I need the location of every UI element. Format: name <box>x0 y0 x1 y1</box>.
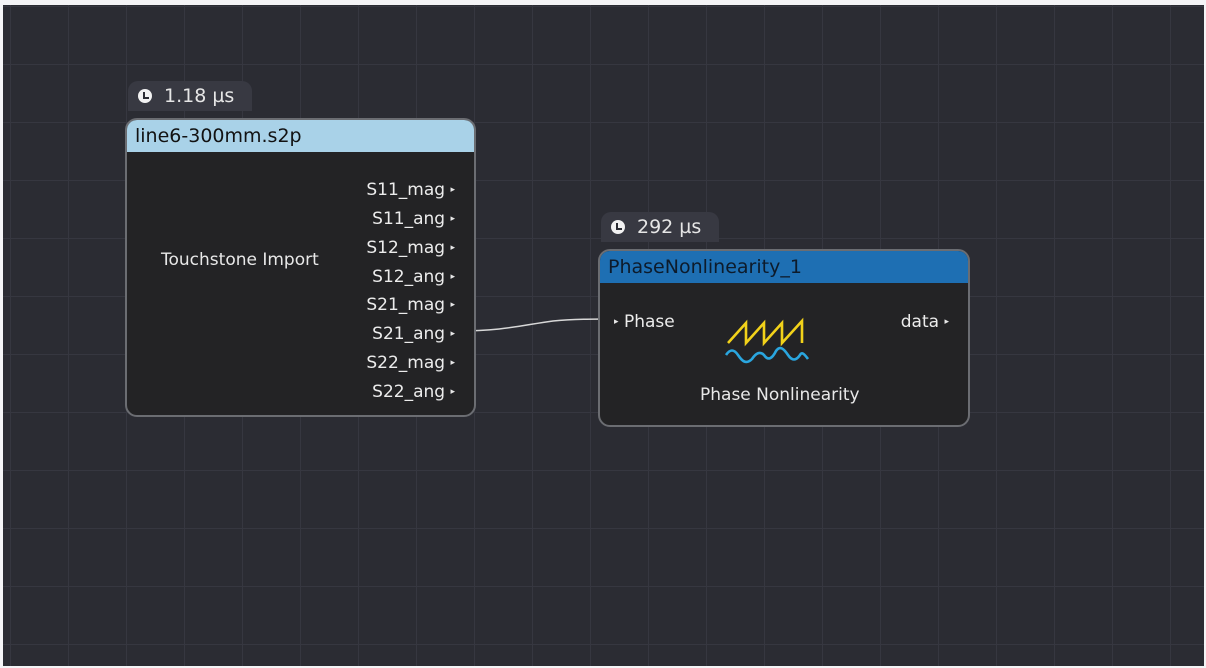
output-port-s11-mag[interactable]: S11_mag ▸ <box>366 180 455 200</box>
clock-icon <box>138 89 152 103</box>
clock-icon <box>611 220 625 234</box>
port-arrow-icon[interactable]: ▸ <box>450 272 455 282</box>
port-arrow-icon[interactable]: ▸ <box>450 387 455 397</box>
output-port-data[interactable]: data ▸ <box>901 312 949 332</box>
node-editor-canvas[interactable]: 1.18 µs line6-300mm.s2p Touchstone Impor… <box>3 5 1204 666</box>
port-label: S12_mag <box>366 238 446 258</box>
output-port-s22-mag[interactable]: S22_mag ▸ <box>366 353 455 373</box>
phase-timer-badge: 292 µs <box>601 212 719 242</box>
port-arrow-icon[interactable]: ▸ <box>450 243 455 253</box>
port-arrow-icon[interactable]: ▸ <box>450 329 455 339</box>
output-port-s22-ang[interactable]: S22_ang ▸ <box>372 382 455 402</box>
output-port-s21-mag[interactable]: S21_mag ▸ <box>366 295 455 315</box>
output-port-s21-ang[interactable]: S21_ang ▸ <box>372 324 455 344</box>
port-label: S11_mag <box>366 180 446 200</box>
output-port-s12-ang[interactable]: S12_ang ▸ <box>372 267 455 287</box>
port-label: S21_ang <box>372 324 446 344</box>
port-arrow-icon[interactable]: ▸ <box>450 300 455 310</box>
touchstone-node-title[interactable]: line6-300mm.s2p <box>127 120 474 152</box>
input-port-phase[interactable]: ▸ Phase <box>614 312 675 332</box>
output-port-s12-mag[interactable]: S12_mag ▸ <box>366 238 455 258</box>
port-arrow-icon[interactable]: ▸ <box>450 185 455 195</box>
port-label: S11_ang <box>372 209 446 229</box>
port-label: data <box>900 312 940 332</box>
phase-nonlinearity-node[interactable]: PhaseNonlinearity_1 ▸ Phase data ▸ Phase… <box>598 249 970 427</box>
port-label: S22_mag <box>366 353 446 373</box>
touchstone-import-node[interactable]: line6-300mm.s2p Touchstone Import S11_ma… <box>125 118 476 417</box>
port-arrow-icon[interactable]: ▸ <box>450 214 455 224</box>
touchstone-timer-value: 1.18 µs <box>164 85 235 107</box>
phase-timer-value: 292 µs <box>637 216 702 238</box>
touchstone-timer-badge: 1.18 µs <box>128 81 252 111</box>
port-arrow-icon[interactable]: ▸ <box>944 317 949 327</box>
output-port-s11-ang[interactable]: S11_ang ▸ <box>372 209 455 229</box>
touchstone-node-label: Touchstone Import <box>161 250 319 270</box>
port-arrow-icon[interactable]: ▸ <box>614 317 619 327</box>
port-label: S22_ang <box>372 382 446 402</box>
phase-node-title[interactable]: PhaseNonlinearity_1 <box>600 251 968 283</box>
port-label: Phase <box>623 312 675 332</box>
port-arrow-icon[interactable]: ▸ <box>450 358 455 368</box>
port-label: S12_ang <box>372 267 446 287</box>
phase-nonlinearity-icon <box>724 317 810 364</box>
phase-node-label: Phase Nonlinearity <box>700 385 860 405</box>
port-label: S21_mag <box>366 295 446 315</box>
